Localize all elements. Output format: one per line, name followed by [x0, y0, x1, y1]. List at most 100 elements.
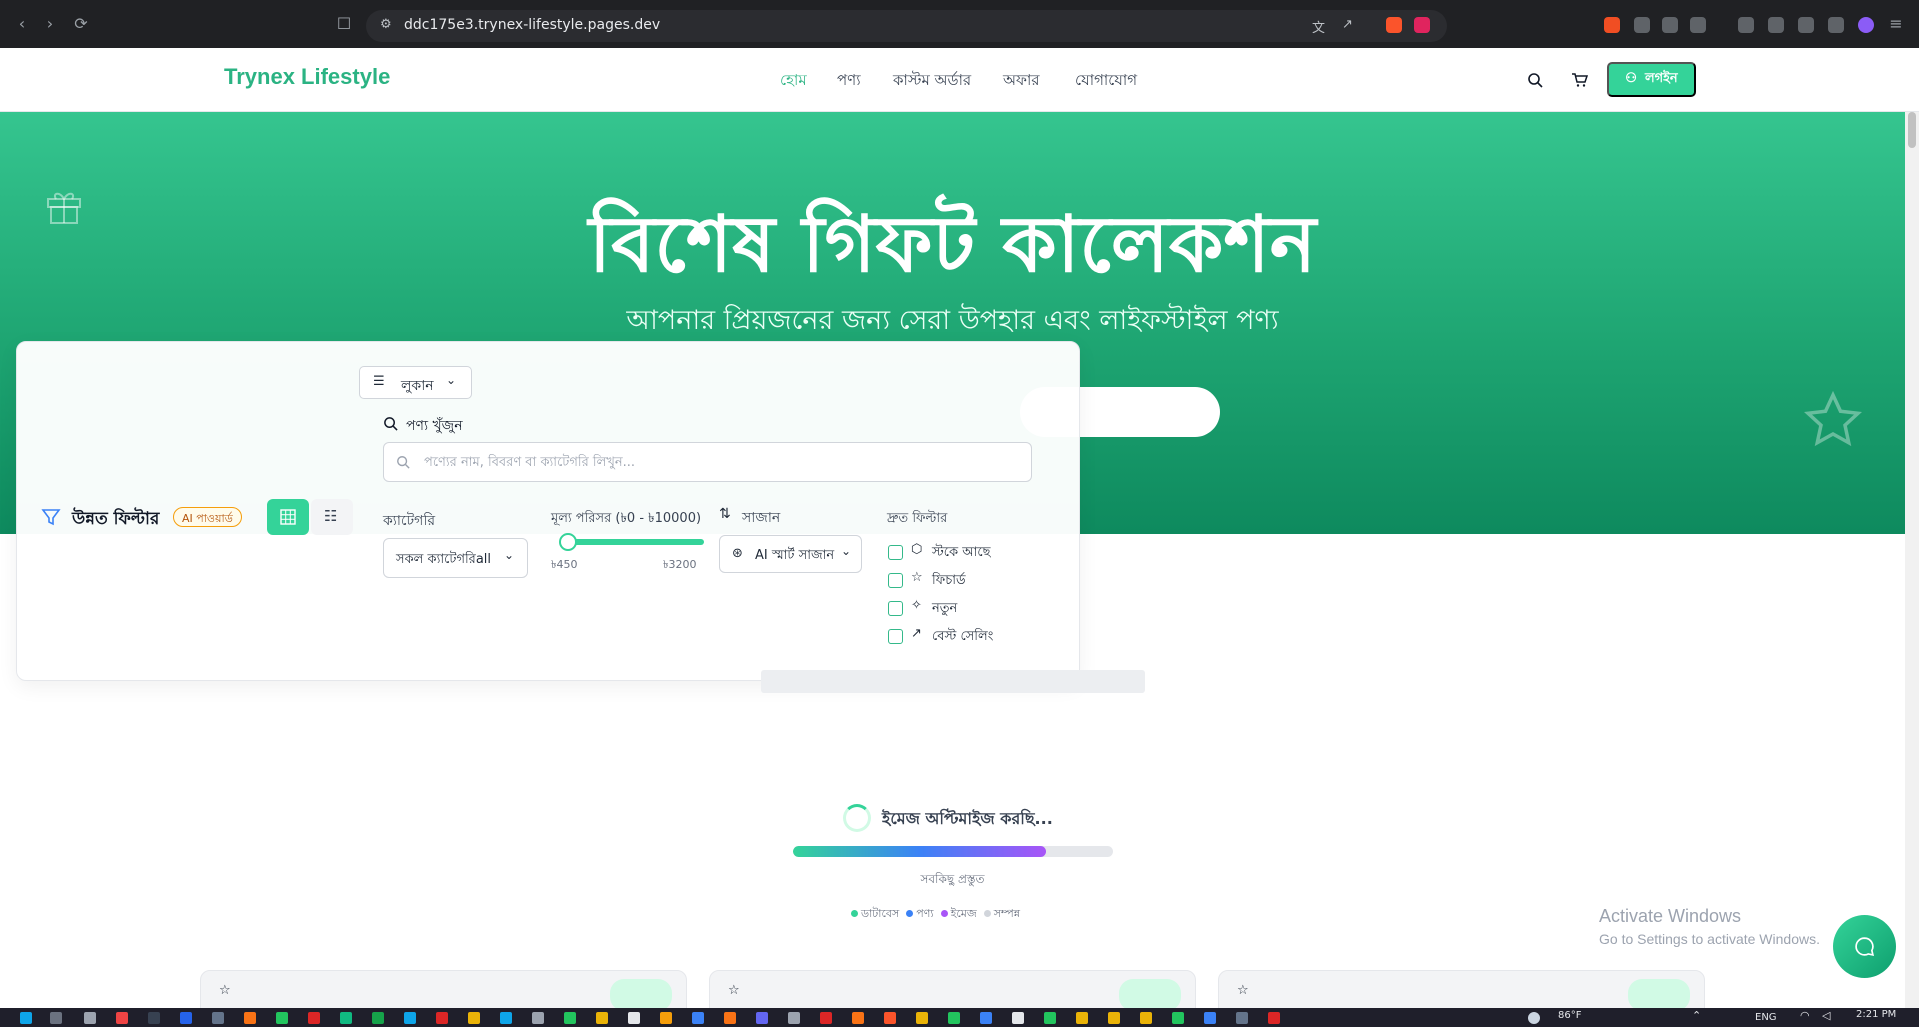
language-indicator[interactable]: ENG [1755, 1012, 1777, 1023]
nav-home[interactable]: হোম [780, 69, 807, 94]
menu-icon[interactable]: ≡ [1886, 14, 1906, 34]
app-icon[interactable] [628, 1012, 640, 1024]
ai-icon[interactable] [1798, 17, 1814, 33]
clock-time[interactable]: 2:21 PM [1856, 1009, 1896, 1020]
reload-icon[interactable]: ⟳ [71, 14, 91, 34]
chrome-icon[interactable] [1140, 1012, 1152, 1024]
product-search-input[interactable]: পণ্যের নাম, বিবরণ বা ক্যাটেগরি লিখুন... [383, 442, 1032, 482]
app-icon[interactable] [756, 1012, 768, 1024]
share-icon[interactable]: ↗ [1342, 17, 1353, 32]
nav-offers[interactable]: অফার [1003, 69, 1040, 94]
star-icon[interactable]: ☆ [219, 983, 231, 998]
edge-icon[interactable] [404, 1012, 416, 1024]
nav-custom-order[interactable]: কাস্টম অর্ডার [893, 69, 971, 94]
star-icon[interactable]: ☆ [1237, 983, 1249, 998]
chrome-icon[interactable] [596, 1012, 608, 1024]
search-icon[interactable] [1527, 72, 1543, 88]
list-icon: ☷ [324, 507, 338, 525]
ai-powered-text: AI পাওয়ার্ড [182, 512, 233, 525]
cart-icon[interactable] [1571, 72, 1588, 88]
vscode-icon[interactable] [692, 1012, 704, 1024]
star-icon[interactable]: ☆ [728, 983, 740, 998]
chat-button[interactable] [1833, 915, 1896, 978]
app-icon[interactable] [340, 1012, 352, 1024]
app-icon[interactable] [724, 1012, 736, 1024]
wifi-icon[interactable]: ◠ [1800, 1009, 1810, 1022]
youtube-icon[interactable] [436, 1012, 448, 1024]
app-icon[interactable] [980, 1012, 992, 1024]
product-card[interactable]: ☆ [1218, 970, 1705, 1011]
scrollbar-thumb[interactable] [1908, 112, 1916, 148]
address-bar[interactable]: ⚙ ddc175e3.trynex-lifestyle.pages.dev 文 … [366, 10, 1447, 42]
app-icon[interactable] [308, 1012, 320, 1024]
back-icon[interactable]: ‹ [12, 14, 32, 34]
excel-icon[interactable] [372, 1012, 384, 1024]
nav-contact[interactable]: যোগাযোগ [1075, 69, 1137, 94]
translate-icon[interactable]: 文 [1312, 17, 1325, 36]
product-card[interactable]: ☆ [200, 970, 687, 1011]
in-stock-checkbox[interactable] [888, 545, 903, 560]
app-icon[interactable] [1012, 1012, 1024, 1024]
list-view-button[interactable]: ☷ [311, 499, 353, 535]
app-icon[interactable] [500, 1012, 512, 1024]
app-icon[interactable] [1044, 1012, 1056, 1024]
category-select[interactable]: সকল ক্যাটেগরিall ⌄ [383, 538, 528, 578]
firefox-icon[interactable] [244, 1012, 256, 1024]
featured-checkbox[interactable] [888, 573, 903, 588]
extension-icon[interactable] [1634, 17, 1650, 33]
page-scrollbar[interactable] [1905, 112, 1919, 1008]
bookmark-icon[interactable]: ☐ [334, 14, 354, 34]
chrome-icon[interactable] [1076, 1012, 1088, 1024]
app-icon[interactable] [820, 1012, 832, 1024]
brave-icon[interactable] [884, 1012, 896, 1024]
app-icon[interactable] [564, 1012, 576, 1024]
brand-logo[interactable]: Trynex Lifestyle [224, 64, 390, 90]
product-card[interactable]: ☆ [709, 970, 1196, 1011]
site-info-icon[interactable]: ⚙ [380, 17, 392, 32]
sidebar-icon[interactable] [1738, 17, 1754, 33]
brave-shield-icon[interactable] [1386, 17, 1402, 33]
forward-icon[interactable]: › [40, 14, 60, 34]
wallet-icon[interactable] [1768, 17, 1784, 33]
app-icon[interactable] [148, 1012, 160, 1024]
chrome-icon[interactable] [468, 1012, 480, 1024]
grid-view-button[interactable] [267, 499, 309, 535]
loader-title: ইমেজ অপ্টিমাইজ করছি... [882, 809, 1053, 828]
extension-icon[interactable] [1604, 17, 1620, 33]
terminal-icon[interactable] [1236, 1012, 1248, 1024]
chrome-icon[interactable] [1108, 1012, 1120, 1024]
whatsapp-icon[interactable] [276, 1012, 288, 1024]
start-icon[interactable] [20, 1012, 32, 1024]
sort-select[interactable]: ⊛ AI স্মার্ট সাজান ⌄ [719, 535, 862, 573]
weather-icon[interactable] [1528, 1012, 1540, 1024]
search-icon[interactable] [50, 1012, 62, 1024]
extension-icon[interactable] [1690, 17, 1706, 33]
login-button[interactable]: ⚇ লগইন [1607, 62, 1696, 97]
new-checkbox[interactable] [888, 601, 903, 616]
word-icon[interactable] [180, 1012, 192, 1024]
app-icon[interactable] [212, 1012, 224, 1024]
folder-icon[interactable] [660, 1012, 672, 1024]
puzzle-icon[interactable] [1662, 17, 1678, 33]
vpn-icon[interactable] [1828, 17, 1844, 33]
volume-icon[interactable]: ◁ [1822, 1009, 1830, 1022]
tray-chevron-icon[interactable]: ⌃ [1692, 1009, 1701, 1022]
app-icon[interactable] [1204, 1012, 1216, 1024]
app-icon[interactable] [116, 1012, 128, 1024]
sort-value: AI স্মার্ট সাজান [755, 548, 835, 563]
chrome-icon[interactable] [916, 1012, 928, 1024]
illustrator-icon[interactable] [852, 1012, 864, 1024]
task-view-icon[interactable] [84, 1012, 96, 1024]
app-icon[interactable] [532, 1012, 544, 1024]
price-range-track[interactable] [568, 539, 704, 545]
nav-products[interactable]: পণ্য [837, 69, 861, 94]
brave-rewards-icon[interactable] [1414, 17, 1430, 33]
hide-filter-button[interactable]: ☰ লুকান ⌄ [359, 366, 472, 399]
app-icon[interactable] [788, 1012, 800, 1024]
app-icon[interactable] [948, 1012, 960, 1024]
spotify-icon[interactable] [1172, 1012, 1184, 1024]
price-min-handle[interactable] [559, 533, 577, 551]
bestselling-checkbox[interactable] [888, 629, 903, 644]
app-icon[interactable] [1268, 1012, 1280, 1024]
profile-icon[interactable] [1858, 17, 1874, 33]
